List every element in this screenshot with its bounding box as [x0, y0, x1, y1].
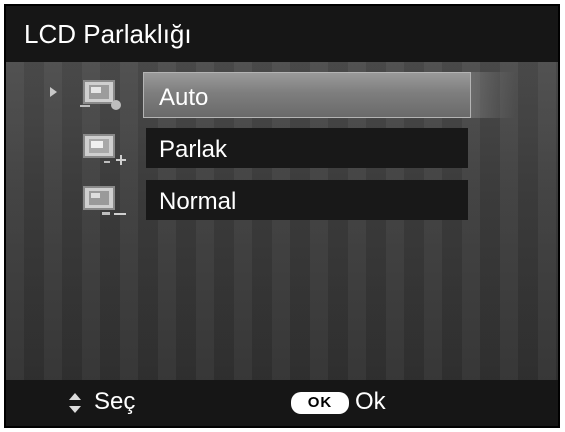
- menu-item-label: Auto: [159, 84, 209, 111]
- selection-pointer-icon: [50, 87, 57, 97]
- select-hint-label: Seç: [94, 388, 136, 415]
- ok-button-icon: OK: [291, 392, 349, 414]
- menu-item-label: Normal: [159, 188, 237, 215]
- menu-item-label: Parlak: [159, 136, 228, 163]
- lcd-brightness-auto-icon: [80, 80, 121, 110]
- lcd-brightness-bright-icon: [83, 134, 126, 165]
- camera-lcd-screen: LCD Parlaklığı Auto Parlak Normal Seç OK…: [4, 4, 560, 428]
- menu-item-auto[interactable]: Auto: [6, 70, 558, 118]
- menu-item-normal[interactable]: Normal: [6, 176, 558, 222]
- up-down-arrows-icon: [69, 393, 81, 413]
- button-hint-bar: Seç OK Ok: [6, 380, 558, 426]
- page-title: LCD Parlaklığı: [24, 19, 192, 49]
- ok-hint-label: Ok: [355, 388, 386, 415]
- menu-item-parlak[interactable]: Parlak: [6, 124, 558, 170]
- lcd-brightness-normal-icon: [83, 186, 126, 215]
- menu-header: LCD Parlaklığı: [6, 6, 558, 62]
